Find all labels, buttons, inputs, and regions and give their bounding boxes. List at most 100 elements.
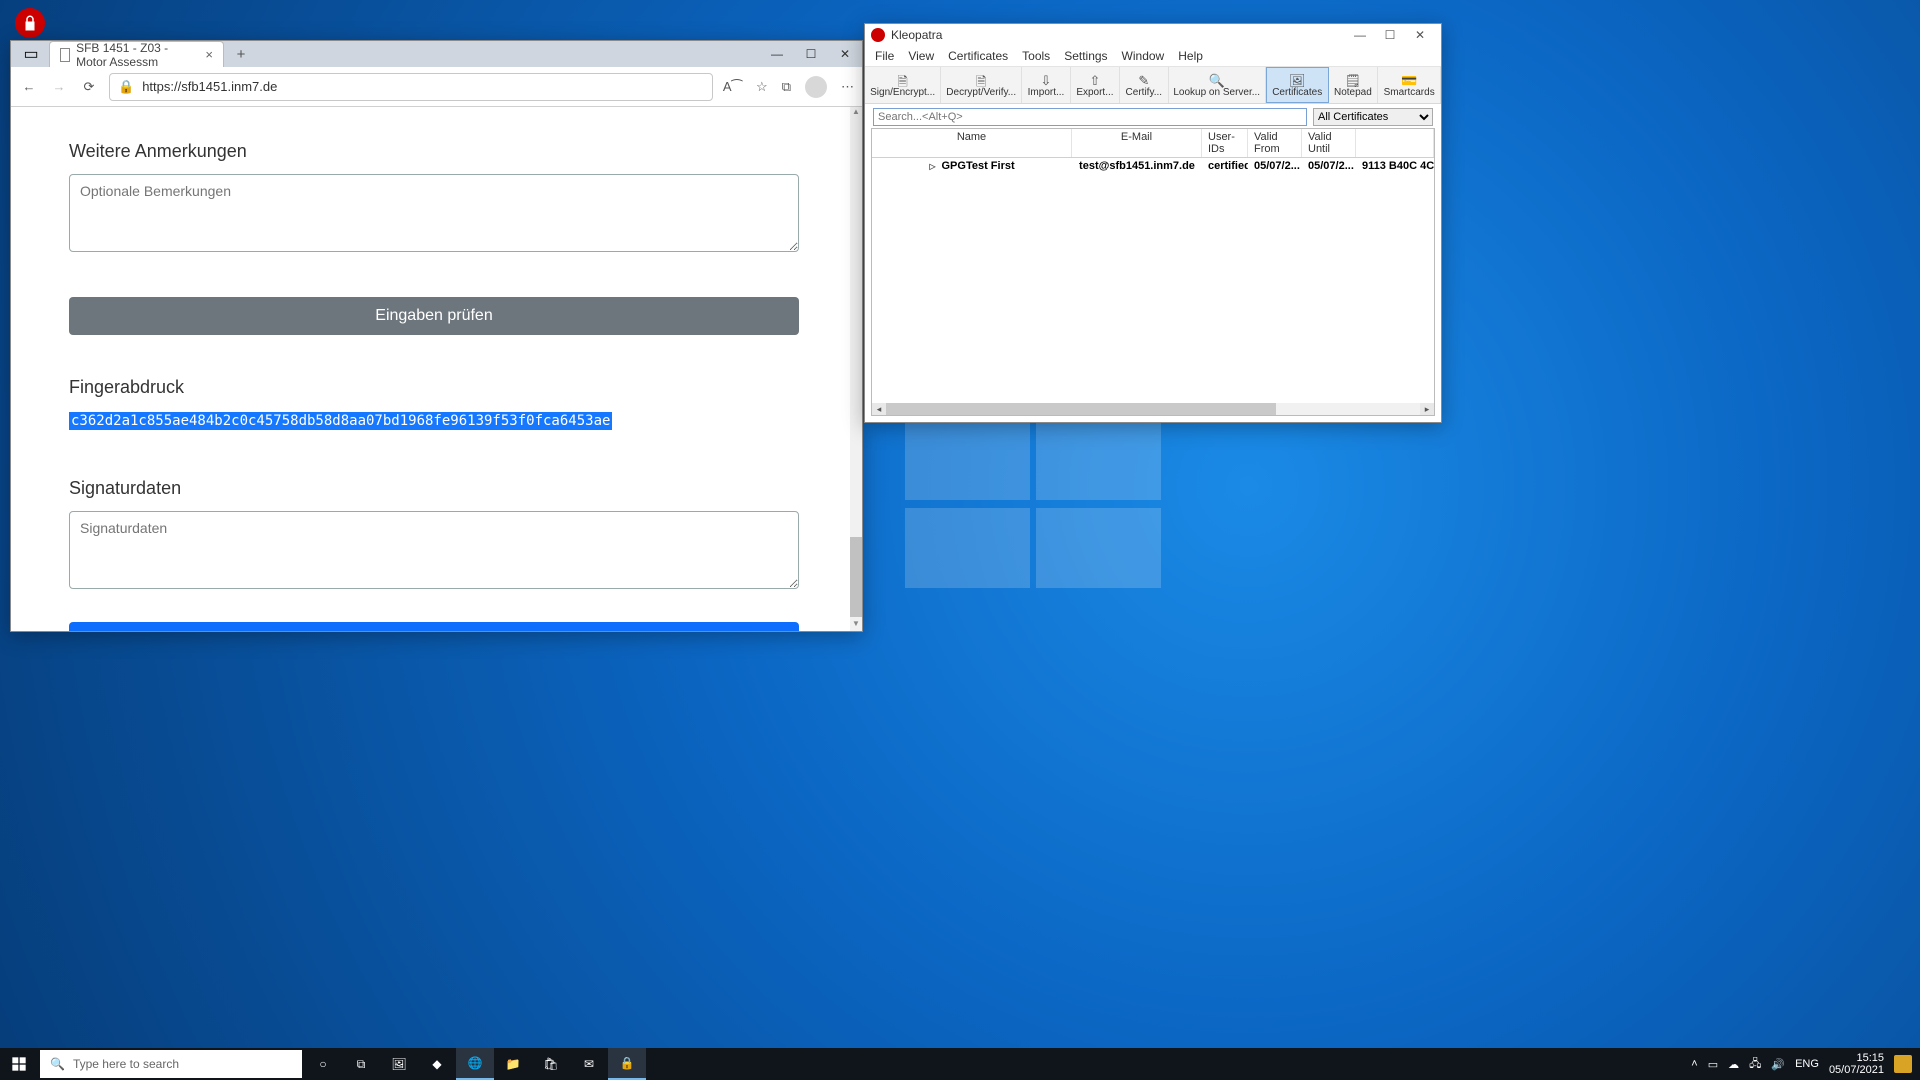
col-validuntil[interactable]: Valid Until [1302, 129, 1356, 157]
taskbar-app-git[interactable]: ◆ [418, 1048, 456, 1080]
close-button[interactable]: ✕ [1405, 28, 1435, 42]
tray-clock[interactable]: 15:15 05/07/2021 [1829, 1052, 1884, 1076]
remarks-label: Weitere Anmerkungen [69, 141, 804, 162]
cell-keyid: 9113 B40C 4C58 4 [1356, 158, 1434, 174]
toolbar-notepad[interactable]: 🗒Notepad [1329, 67, 1379, 103]
scrollbar-thumb[interactable] [850, 537, 862, 617]
taskbar: 🔍 Type here to search ○ ⧉ 🖼 ◆ 🌐 📁 🛍 ✉ 🔒 … [0, 1048, 1920, 1080]
tray-language[interactable]: ENG [1795, 1058, 1819, 1070]
fingerprint-value[interactable]: c362d2a1c855ae484b2c0c45758db58d8aa07bd1… [69, 412, 612, 430]
cell-email: test@sfb1451.inm7.de [1072, 158, 1202, 174]
h-scrollbar[interactable]: ◂ ▸ [872, 403, 1434, 415]
back-button[interactable]: ← [19, 79, 39, 94]
profile-avatar[interactable] [805, 76, 827, 98]
check-inputs-button[interactable]: Eingaben prüfen [69, 297, 799, 335]
edge-window: ▭ SFB 1451 - Z03 - Motor Assessm × + ― ☐… [10, 40, 863, 632]
edge-titlebar[interactable]: ▭ SFB 1451 - Z03 - Motor Assessm × + ― ☐… [11, 41, 862, 67]
h-scroll-thumb[interactable] [886, 403, 1276, 415]
taskbar-app-explorer[interactable]: 📁 [494, 1048, 532, 1080]
menu-window[interactable]: Window [1122, 49, 1165, 63]
url-text: https://sfb1451.inm7.de [142, 79, 277, 94]
col-userids[interactable]: User-IDs [1202, 129, 1248, 157]
maximize-button[interactable]: ☐ [794, 41, 828, 67]
close-button[interactable]: ✕ [828, 41, 862, 67]
signature-textarea[interactable] [69, 511, 799, 589]
kleopatra-menubar: File View Certificates Tools Settings Wi… [865, 46, 1441, 66]
tray-onedrive-icon[interactable]: ☁ [1728, 1058, 1739, 1071]
window-title: Kleopatra [891, 28, 942, 42]
kleopatra-tray-icon[interactable] [15, 8, 45, 38]
minimize-button[interactable]: ― [760, 41, 794, 67]
fingerprint-label: Fingerabdruck [69, 377, 804, 398]
taskbar-app-store[interactable]: 🛍 [532, 1048, 570, 1080]
toolbar-import[interactable]: ⇩Import... [1022, 67, 1071, 103]
toolbar-certificates[interactable]: 🖼Certificates [1266, 67, 1329, 103]
kleopatra-titlebar[interactable]: Kleopatra ― ☐ ✕ [865, 24, 1441, 46]
table-row[interactable]: ▷ GPGTest First test@sfb1451.inm7.de cert… [872, 158, 1434, 174]
start-button[interactable] [0, 1048, 38, 1080]
cell-name: GPGTest First [942, 160, 1015, 172]
menu-help[interactable]: Help [1178, 49, 1203, 63]
collections-icon[interactable]: ⧉ [782, 79, 791, 95]
remarks-textarea[interactable] [69, 174, 799, 252]
toolbar-certify[interactable]: ✎Certify... [1120, 67, 1168, 103]
cortana-icon[interactable]: ○ [304, 1048, 342, 1080]
tray-network-icon[interactable]: 🖧 [1749, 1055, 1761, 1074]
table-header[interactable]: Name E-Mail User-IDs Valid From Valid Un… [872, 129, 1434, 158]
col-keyid[interactable] [1356, 129, 1434, 157]
cell-validfrom: 05/07/2... [1248, 158, 1302, 174]
toolbar-lookup-on-server[interactable]: 🔍Lookup on Server... [1169, 67, 1266, 103]
taskbar-app-mail[interactable]: ✉ [570, 1048, 608, 1080]
toolbar-sign-encrypt[interactable]: 🗎Sign/Encrypt... [865, 67, 941, 103]
taskbar-search[interactable]: 🔍 Type here to search [40, 1050, 302, 1078]
save-data-button[interactable]: Daten speichern [69, 622, 799, 631]
kleopatra-window: Kleopatra ― ☐ ✕ File View Certificates T… [864, 23, 1442, 423]
browser-tab[interactable]: SFB 1451 - Z03 - Motor Assessm × [49, 41, 224, 67]
new-tab-button[interactable]: + [228, 46, 254, 63]
kleopatra-icon [871, 28, 885, 42]
tray-chevron-icon[interactable]: ˄ [1691, 1058, 1697, 1070]
menu-file[interactable]: File [875, 49, 894, 63]
scrollbar-track[interactable]: ▲ ▼ [850, 107, 862, 631]
taskbar-app-kleopatra[interactable]: 🔒 [608, 1048, 646, 1080]
address-bar[interactable]: 🔒 https://sfb1451.inm7.de [109, 73, 713, 101]
menu-settings[interactable]: Settings [1064, 49, 1107, 63]
cell-userids: certified [1202, 158, 1248, 174]
search-placeholder: Type here to search [73, 1057, 179, 1071]
read-aloud-icon[interactable]: A⁀ [723, 79, 742, 95]
expand-icon[interactable]: ▷ [929, 162, 935, 171]
maximize-button[interactable]: ☐ [1375, 28, 1405, 42]
toolbar-smartcards[interactable]: 💳Smartcards [1378, 67, 1441, 103]
signature-label: Signaturdaten [69, 478, 804, 499]
kleopatra-toolbar: 🗎Sign/Encrypt...🗎Decrypt/Verify...⇩Impor… [865, 66, 1441, 104]
page-icon [60, 48, 70, 62]
lock-icon: 🔒 [118, 79, 134, 95]
menu-view[interactable]: View [908, 49, 934, 63]
cell-validuntil: 05/07/2... [1302, 158, 1356, 174]
toolbar-export[interactable]: ⇧Export... [1071, 67, 1120, 103]
search-icon: 🔍 [50, 1057, 65, 1071]
refresh-button[interactable]: ⟳ [79, 79, 99, 95]
col-email[interactable]: E-Mail [1072, 129, 1202, 157]
col-name[interactable]: Name [872, 129, 1072, 157]
certificate-search-input[interactable] [873, 108, 1307, 126]
task-view-icon[interactable]: ⧉ [342, 1048, 380, 1080]
menu-certificates[interactable]: Certificates [948, 49, 1008, 63]
minimize-button[interactable]: ― [1345, 28, 1375, 42]
settings-menu-icon[interactable]: ⋯ [841, 79, 854, 95]
vertical-tabs-button[interactable]: ▭ [17, 41, 45, 67]
col-validfrom[interactable]: Valid From [1248, 129, 1302, 157]
menu-tools[interactable]: Tools [1022, 49, 1050, 63]
action-center-icon[interactable] [1894, 1055, 1912, 1073]
tab-title: SFB 1451 - Z03 - Motor Assessm [76, 41, 195, 69]
edge-toolbar: ← → ⟳ 🔒 https://sfb1451.inm7.de A⁀ ☆ ⧉ ⋯ [11, 67, 862, 107]
certificate-table: Name E-Mail User-IDs Valid From Valid Un… [871, 128, 1435, 416]
tray-volume-icon[interactable]: 🔊 [1771, 1058, 1785, 1071]
tray-meet-icon[interactable]: ▭ [1708, 1058, 1718, 1071]
certificate-filter-select[interactable]: All Certificates [1313, 108, 1433, 126]
taskbar-app-edge[interactable]: 🌐 [456, 1048, 494, 1080]
favorites-icon[interactable]: ☆ [756, 79, 768, 95]
close-tab-icon[interactable]: × [205, 47, 213, 62]
taskbar-app-photos[interactable]: 🖼 [380, 1048, 418, 1080]
toolbar-decrypt-verify[interactable]: 🗎Decrypt/Verify... [941, 67, 1022, 103]
